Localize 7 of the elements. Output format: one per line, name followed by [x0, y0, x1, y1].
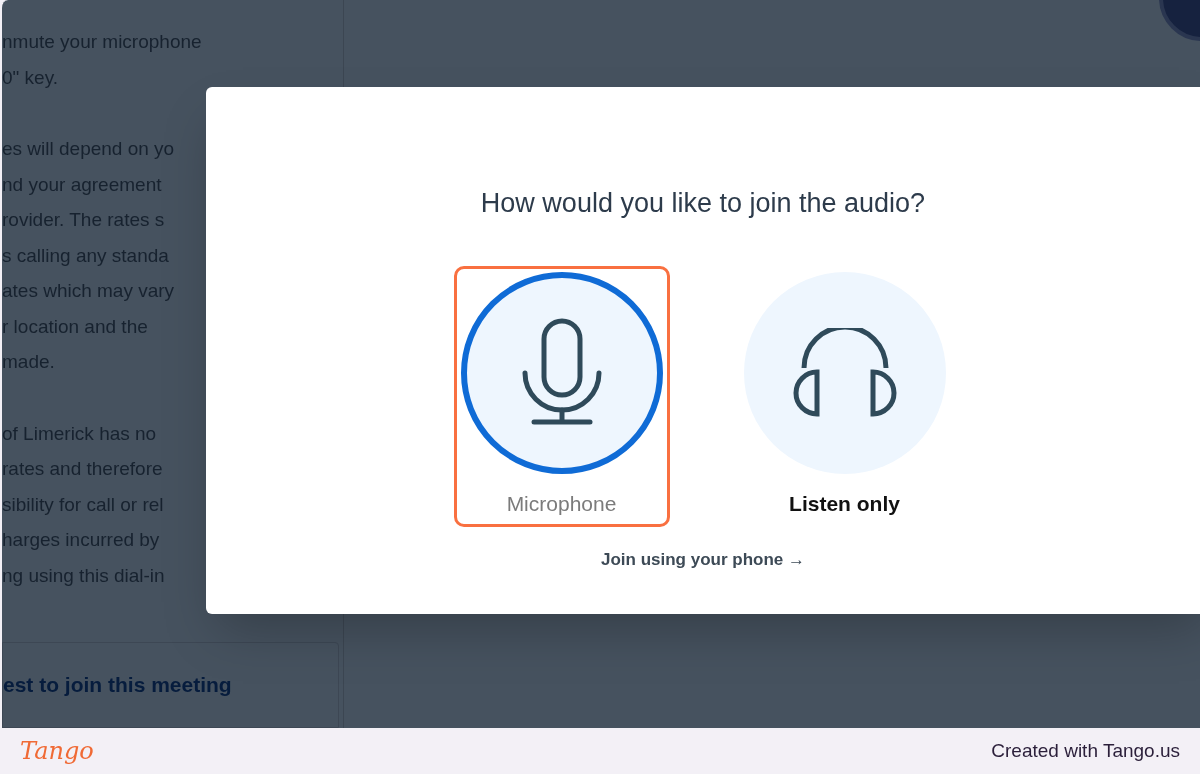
dialog-title: How would you like to join the audio?: [480, 187, 926, 220]
tango-logo: Tango: [20, 736, 94, 767]
microphone-icon: [521, 317, 602, 428]
headphones-icon: [791, 327, 898, 418]
audio-option[interactable]: Microphone: [453, 265, 670, 527]
phone-link[interactable]: Join using your phone →: [601, 546, 805, 572]
credit-text: Created with Tango.us: [991, 738, 1180, 763]
